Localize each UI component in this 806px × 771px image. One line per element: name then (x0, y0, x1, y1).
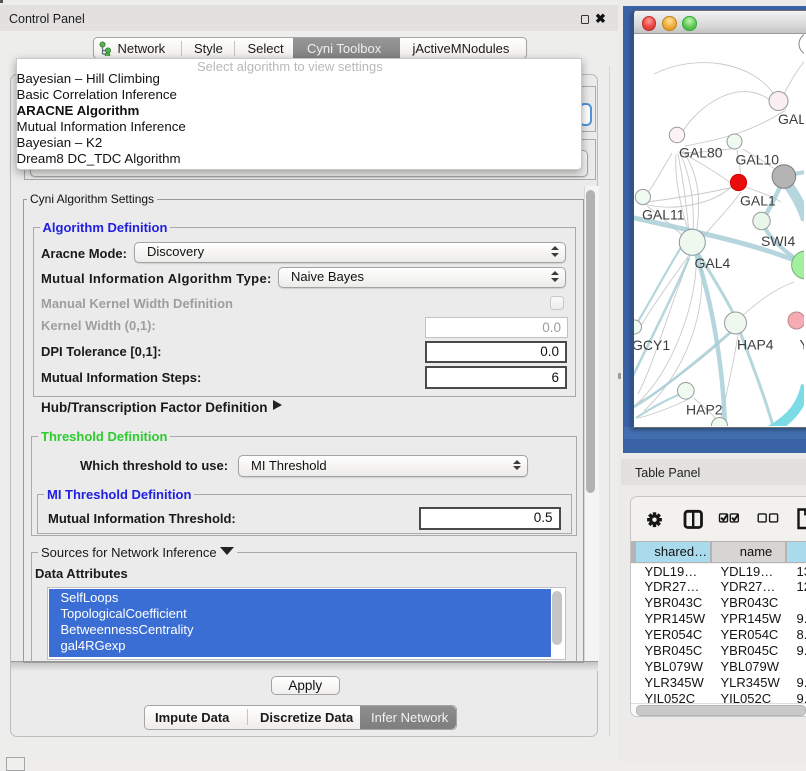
svg-text:HAP4: HAP4 (737, 337, 774, 353)
svg-text:GAL10: GAL10 (735, 152, 779, 168)
svg-text:GAL1: GAL1 (740, 193, 776, 209)
svg-text:SWI4: SWI4 (761, 233, 795, 249)
svg-text:GCY1: GCY1 (634, 337, 670, 353)
svg-text:GAL11: GAL11 (642, 207, 685, 223)
svg-text:Y: Y (799, 337, 804, 353)
svg-text:HAP2: HAP2 (686, 402, 723, 418)
svg-text:GAL7: GAL7 (778, 111, 804, 127)
svg-text:GAL80: GAL80 (679, 145, 723, 161)
svg-text:GAL4: GAL4 (694, 255, 730, 271)
